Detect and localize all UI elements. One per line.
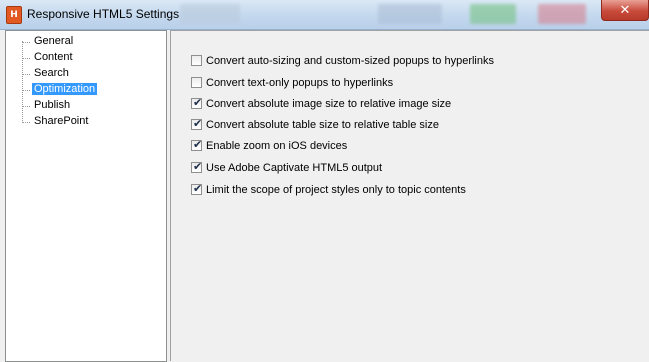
background-ghost — [470, 4, 516, 24]
checkbox[interactable]: ✔ — [191, 138, 203, 151]
checkmark-icon: ✔ — [193, 138, 203, 151]
option-label: Convert auto-sizing and custom-sized pop… — [206, 55, 494, 67]
background-ghost — [378, 4, 442, 24]
background-ghost — [538, 4, 586, 24]
tree-item-label: General — [34, 35, 74, 47]
option-label: Convert text-only popups to hyperlinks — [206, 77, 394, 89]
tree-item-search[interactable]: Search — [6, 66, 71, 81]
tree-item-publish[interactable]: Publish — [6, 98, 72, 113]
checkmark-icon: ✔ — [193, 96, 203, 109]
tree-item-content[interactable]: Content — [6, 50, 75, 65]
tree-item-label: Publish — [34, 99, 71, 111]
tree-item-label: Content — [34, 51, 73, 63]
checkmark-icon: ✔ — [193, 117, 203, 130]
window-title: Responsive HTML5 Settings — [27, 7, 180, 21]
tree-item-sharepoint[interactable]: SharePoint — [6, 114, 90, 129]
close-button[interactable]: ✕ — [601, 0, 649, 21]
settings-tree[interactable]: General Content Search Optimization Publ… — [5, 30, 167, 362]
app-icon: H — [6, 6, 22, 24]
checkmark-icon: ✔ — [193, 182, 203, 195]
checkmark-icon: ✔ — [193, 160, 203, 173]
option-label: Limit the scope of project styles only t… — [206, 184, 466, 196]
optimization-options-panel: Convert auto-sizing and custom-sized pop… — [170, 30, 649, 361]
option-label: Convert absolute table size to relative … — [206, 119, 439, 131]
tree-item-label: SharePoint — [34, 115, 89, 127]
tree-item-label: Optimization — [32, 83, 98, 95]
option-label: Use Adobe Captivate HTML5 output — [206, 162, 383, 174]
option-label: Convert absolute image size to relative … — [206, 98, 452, 110]
checkbox[interactable]: ✔ — [191, 160, 203, 173]
tree-item-optimization[interactable]: Optimization — [6, 82, 98, 97]
checkbox[interactable]: ✔ — [191, 117, 203, 130]
checkbox[interactable]: ✔ — [191, 96, 203, 109]
tree-item-general[interactable]: General — [6, 34, 75, 49]
close-icon: ✕ — [619, 2, 631, 17]
checkbox[interactable] — [191, 77, 202, 88]
checkbox[interactable]: ✔ — [191, 182, 203, 195]
option-label: Enable zoom on iOS devices — [206, 140, 348, 152]
background-ghost — [180, 4, 240, 24]
checkbox[interactable] — [191, 55, 202, 66]
title-bar: H Responsive HTML5 Settings ✕ — [0, 0, 649, 30]
tree-item-label: Search — [34, 67, 69, 79]
